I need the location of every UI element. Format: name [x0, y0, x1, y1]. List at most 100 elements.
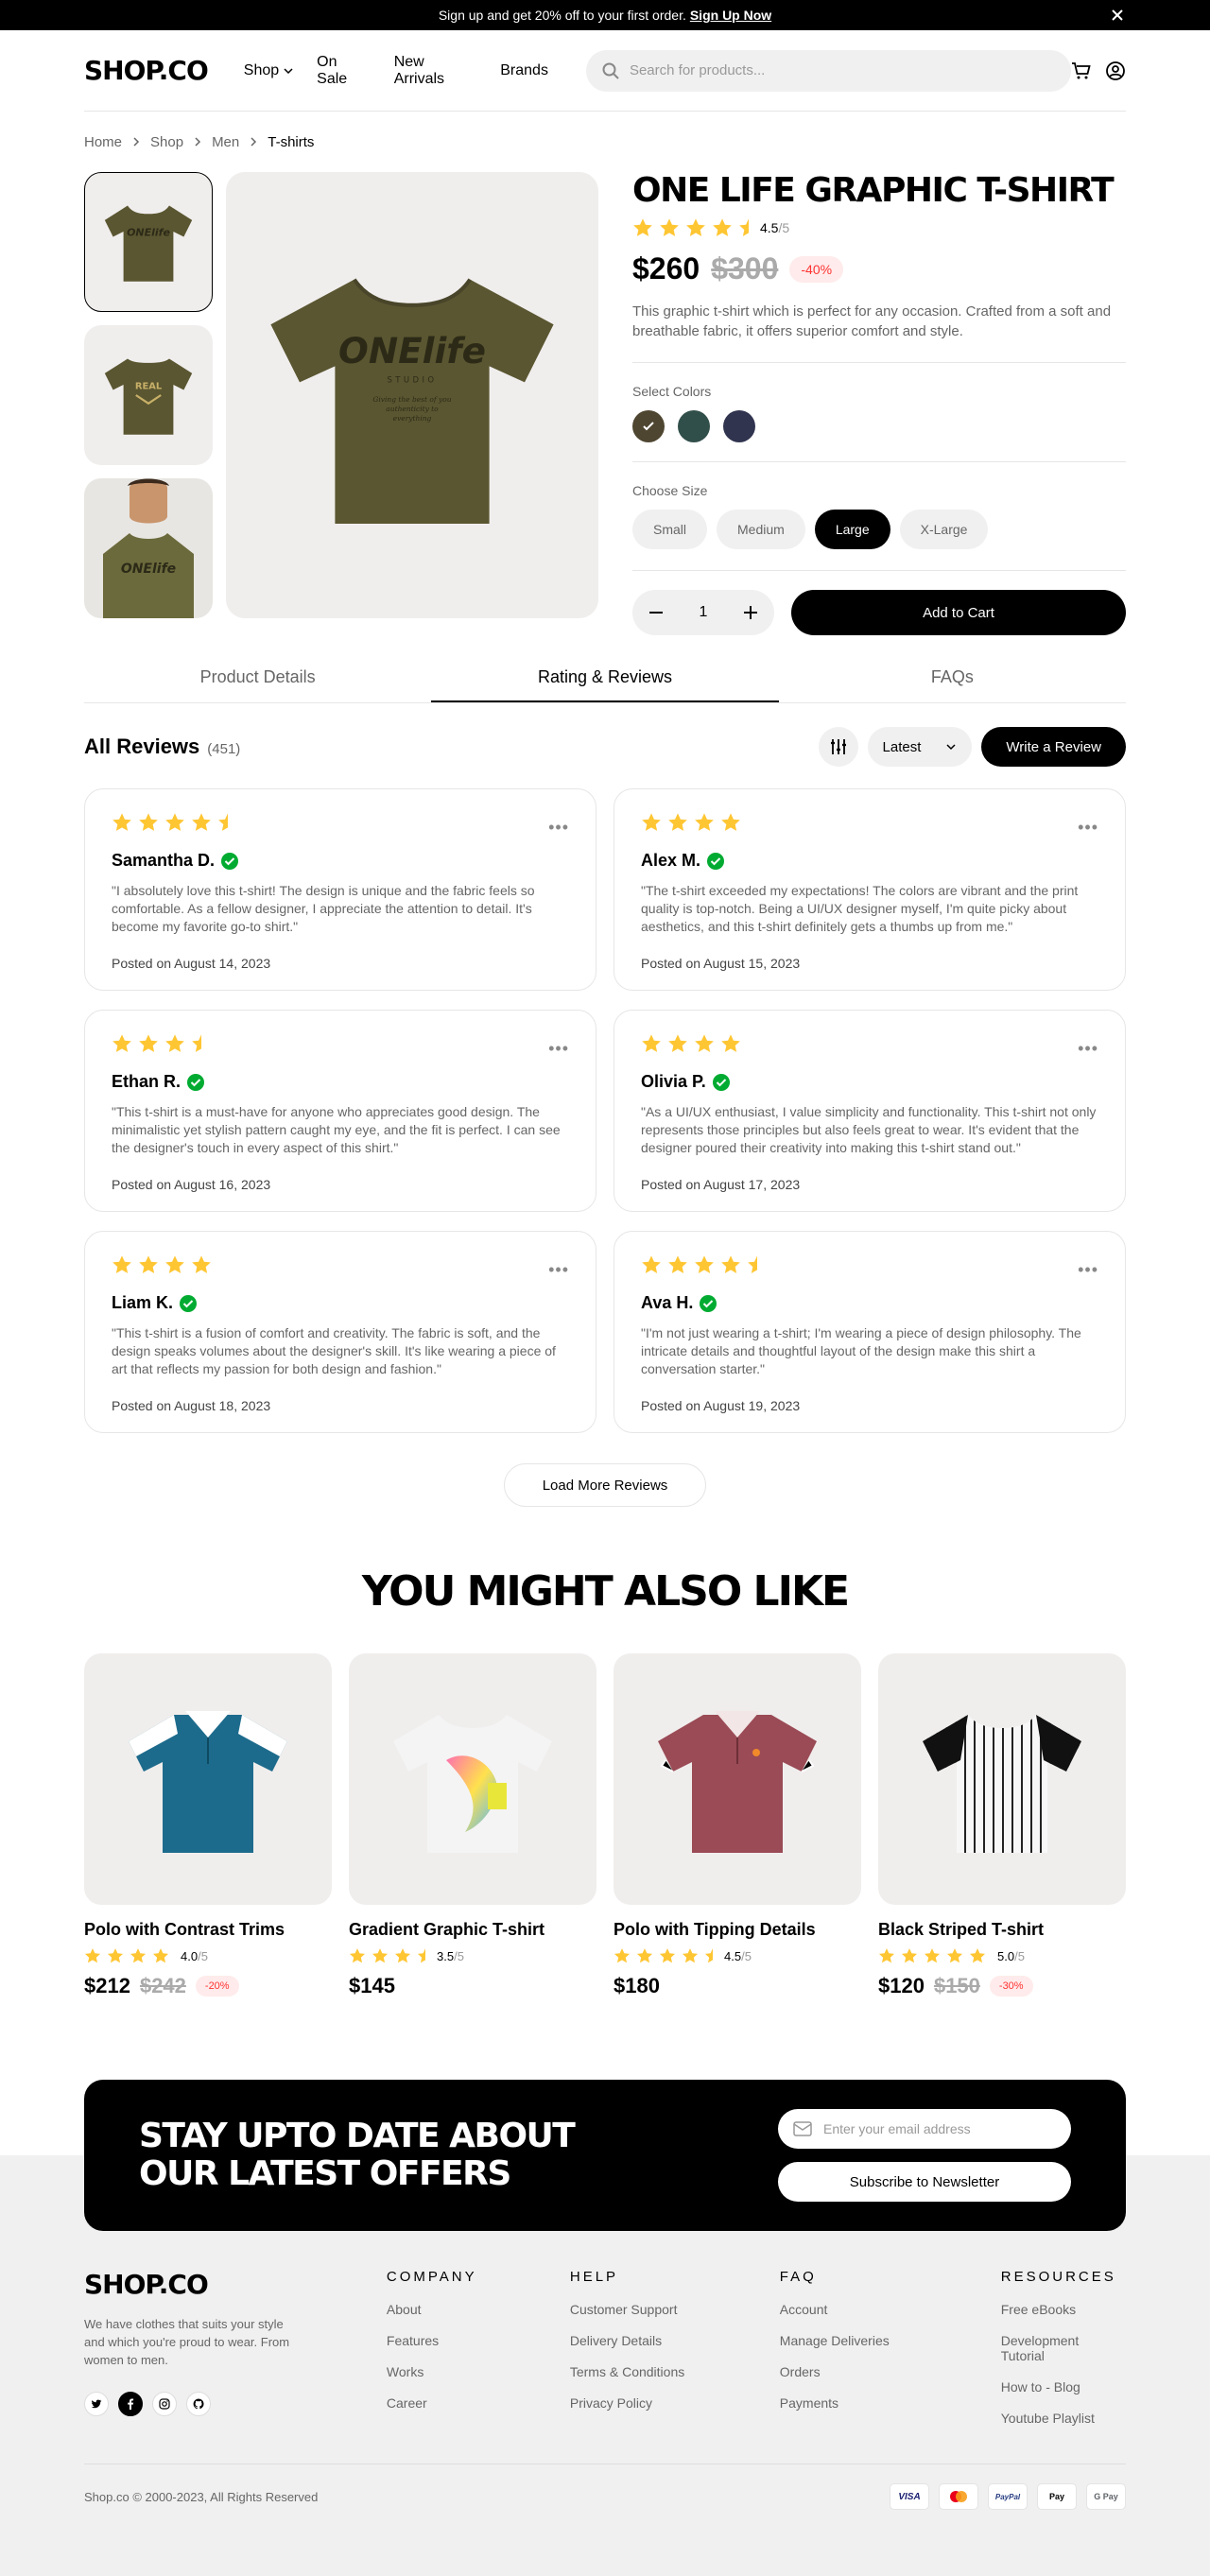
rating-max: /5 [454, 1948, 464, 1963]
subscribe-button[interactable]: Subscribe to Newsletter [778, 2162, 1071, 2202]
main-nav: Shop On Sale New Arrivals Brands [244, 54, 548, 88]
nav-shop[interactable]: Shop [244, 54, 294, 88]
size-small[interactable]: Small [632, 510, 708, 549]
more-options-icon[interactable]: ••• [548, 1039, 569, 1059]
product-old-price: $150 [933, 1974, 980, 1997]
footer-link[interactable]: Terms & Conditions [570, 2364, 780, 2379]
discount-badge: -40% [789, 255, 844, 283]
write-review-button[interactable]: Write a Review [981, 727, 1126, 767]
email-input[interactable] [823, 2121, 1060, 2136]
rating-max: /5 [741, 1948, 752, 1963]
size-medium[interactable]: Medium [717, 510, 805, 549]
chevron-right-icon [133, 137, 140, 147]
star-icon [695, 1255, 714, 1273]
half-star-icon [218, 813, 228, 831]
search-input[interactable] [629, 62, 1046, 78]
instagram-icon[interactable] [152, 2392, 177, 2416]
reviewer-name: Samantha D. [112, 851, 216, 870]
footer-link[interactable]: Career [387, 2395, 570, 2411]
size-x-large[interactable]: X-Large [899, 510, 989, 549]
twitter-icon[interactable] [84, 2392, 109, 2416]
product-info: ONE LIFE GRAPHIC T-SHIRT 4.5/5 $260 $300… [632, 172, 1126, 635]
quantity-value[interactable]: 1 [700, 604, 708, 621]
email-field-wrapper [778, 2109, 1071, 2149]
facebook-icon[interactable] [118, 2392, 143, 2416]
more-options-icon[interactable]: ••• [548, 818, 569, 838]
star-rating [349, 1947, 425, 1964]
verified-icon [179, 1294, 198, 1313]
breadcrumb-men[interactable]: Men [212, 134, 239, 150]
tab-rating-reviews[interactable]: Rating & Reviews [431, 667, 779, 702]
product-card[interactable]: Black Striped T-shirt 5.0/5 $120 $150 -30% [878, 1653, 1126, 1998]
footer-link[interactable]: Features [387, 2333, 570, 2348]
thumbnail-front[interactable]: ONElife [84, 172, 213, 312]
size-options: Small Medium Large X-Large [632, 510, 1126, 571]
site-logo[interactable]: SHOP.CO [84, 55, 209, 86]
footer-link[interactable]: Works [387, 2364, 570, 2379]
breadcrumb-home[interactable]: Home [84, 134, 122, 150]
footer-column-help: HELP Customer Support Delivery Details T… [570, 2269, 780, 2442]
more-options-icon[interactable]: ••• [548, 1260, 569, 1280]
footer-link[interactable]: Youtube Playlist [1001, 2411, 1126, 2426]
color-swatch-olive[interactable] [632, 410, 665, 442]
review-card: ••• Liam K. "This t-shirt is a fusion of c… [84, 1231, 596, 1433]
social-links [84, 2392, 387, 2416]
half-star-icon [704, 1948, 713, 1963]
add-to-cart-button[interactable]: Add to Cart [791, 590, 1126, 635]
tab-faqs[interactable]: FAQs [779, 667, 1126, 702]
thumbnail-back[interactable]: REAL [84, 325, 213, 465]
verified-icon [220, 852, 239, 871]
sort-dropdown[interactable]: Latest [867, 727, 973, 767]
rating-value: 3.5 [437, 1948, 455, 1963]
footer-link[interactable]: Delivery Details [570, 2333, 780, 2348]
breadcrumb: Home Shop Men T-shirts [84, 132, 1126, 151]
product-card[interactable]: Polo with Tipping Details 4.5/5 $180 [614, 1653, 861, 1998]
product-section: ONElife REAL ONElife ONElife STUDIO Giving… [84, 172, 1126, 635]
more-options-icon[interactable]: ••• [1078, 1039, 1098, 1059]
footer-link[interactable]: Account [780, 2302, 1001, 2317]
footer-link[interactable]: Payments [780, 2395, 1001, 2411]
breadcrumb-shop[interactable]: Shop [150, 134, 183, 150]
color-swatch-teal[interactable] [678, 410, 710, 442]
cart-icon[interactable] [1071, 61, 1092, 81]
nav-brands[interactable]: Brands [500, 54, 548, 88]
star-icon [668, 1034, 687, 1052]
footer-link[interactable]: Privacy Policy [570, 2395, 780, 2411]
product-card[interactable]: Polo with Contrast Trims 4.0/5 $212 $242-… [84, 1653, 332, 1998]
signup-link[interactable]: Sign Up Now [690, 8, 771, 23]
footer-link[interactable]: Development Tutorial [1001, 2333, 1126, 2363]
star-icon [642, 1034, 661, 1052]
footer-link[interactable]: Customer Support [570, 2302, 780, 2317]
footer-logo[interactable]: SHOP.CO [84, 2269, 351, 2300]
footer-link[interactable]: About [387, 2302, 570, 2317]
footer-link[interactable]: Manage Deliveries [780, 2333, 1001, 2348]
github-icon[interactable] [186, 2392, 211, 2416]
tab-product-details[interactable]: Product Details [84, 667, 431, 702]
nav-new-arrivals[interactable]: New Arrivals [394, 54, 478, 88]
half-star-icon [417, 1948, 425, 1963]
footer-link[interactable]: Orders [780, 2364, 1001, 2379]
footer-link[interactable]: How to - Blog [1001, 2379, 1126, 2394]
size-large[interactable]: Large [814, 510, 890, 549]
review-text: "I absolutely love this t-shirt! The des… [112, 883, 535, 934]
minus-icon[interactable] [648, 604, 665, 621]
filter-button[interactable] [818, 727, 858, 767]
close-icon[interactable] [1110, 8, 1125, 23]
load-more-button[interactable]: Load More Reviews [503, 1463, 707, 1507]
review-date: Posted on August 17, 2023 [641, 1177, 801, 1192]
nav-on-sale[interactable]: On Sale [317, 54, 372, 88]
reviews-header: All Reviews (451) Latest Write a Review [84, 726, 1126, 768]
account-icon[interactable] [1105, 61, 1126, 81]
rating-value: 4.5 [724, 1948, 742, 1963]
more-options-icon[interactable]: ••• [1078, 1260, 1098, 1280]
color-options [632, 410, 1126, 462]
thumbnail-model[interactable]: ONElife [84, 478, 213, 618]
more-options-icon[interactable]: ••• [1078, 818, 1098, 838]
plus-icon[interactable] [742, 604, 759, 621]
color-swatch-navy[interactable] [723, 410, 755, 442]
footer-link[interactable]: Free eBooks [1001, 2302, 1126, 2317]
rating-max: /5 [1014, 1948, 1025, 1963]
google-pay-icon: G Pay [1086, 2483, 1126, 2510]
svg-text:everything: everything [393, 414, 432, 423]
product-card[interactable]: Gradient Graphic T-shirt 3.5/5 $145 [349, 1653, 596, 1998]
